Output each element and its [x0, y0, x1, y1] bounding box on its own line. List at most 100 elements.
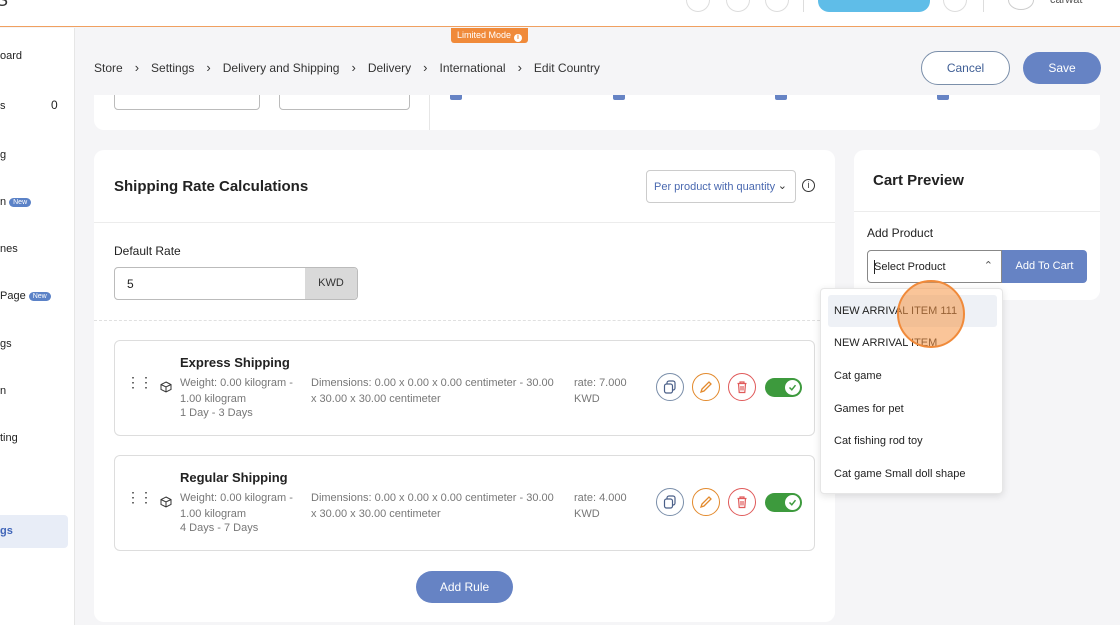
- breadcrumb-international[interactable]: International: [440, 61, 506, 75]
- divider: [983, 0, 984, 12]
- store-icon[interactable]: [686, 0, 710, 12]
- default-rate-input[interactable]: 5 KWD: [114, 267, 358, 300]
- create-invoice-button[interactable]: [818, 0, 930, 12]
- default-rate-value[interactable]: 5: [115, 268, 305, 299]
- rule-dimensions: Dimensions: 0.00 x 0.00 x 0.00 centimete…: [311, 377, 554, 405]
- product-option[interactable]: Cat game Small doll shape: [834, 468, 965, 480]
- drag-handle-icon[interactable]: ⋮⋮: [126, 375, 153, 389]
- breadcrumb-settings[interactable]: Settings: [151, 61, 194, 75]
- chevron-right-icon: ›: [423, 60, 428, 75]
- rule-rate: rate: 7.000 KWD: [574, 377, 627, 405]
- user-name[interactable]: carwat: [1050, 0, 1082, 6]
- edit-button[interactable]: [692, 373, 720, 401]
- edit-button[interactable]: [692, 488, 720, 516]
- avatar[interactable]: [1008, 0, 1034, 10]
- add-product-label: Add Product: [867, 226, 934, 240]
- check-icon: [785, 380, 800, 395]
- settings-icon[interactable]: [765, 0, 789, 12]
- city-checkbox[interactable]: [937, 95, 949, 100]
- breadcrumb-store[interactable]: Store: [94, 61, 123, 75]
- delete-button[interactable]: [728, 373, 756, 401]
- rule-days: 1 Day - 3 Days: [180, 407, 253, 419]
- chevron-up-icon: ⌃: [983, 260, 993, 272]
- divider: [94, 320, 835, 321]
- sidebar-item-new-1[interactable]: n New: [0, 196, 32, 208]
- help-icon[interactable]: [943, 0, 967, 12]
- chevron-down-icon: ⌄: [777, 180, 787, 192]
- chevron-right-icon: ›: [517, 60, 522, 75]
- cart-preview-title: Cart Preview: [873, 172, 964, 189]
- breadcrumb-delivery-shipping[interactable]: Delivery and Shipping: [223, 61, 340, 75]
- rule-weight: Weight: 0.00 kilogram - 1.00 kilogram: [180, 492, 293, 520]
- text-caret: [874, 260, 875, 274]
- chevron-right-icon: ›: [134, 60, 140, 75]
- rule-name: Express Shipping: [180, 355, 290, 370]
- cities-card: [94, 95, 1100, 130]
- rule-weight: Weight: 0.00 kilogram - 1.00 kilogram: [180, 377, 293, 405]
- sidebar-item-marketing[interactable]: ting: [0, 432, 18, 444]
- sidebar-item-page[interactable]: Page New: [0, 290, 51, 302]
- amount-input[interactable]: [114, 95, 260, 110]
- sidebar-item-label: g: [0, 149, 7, 161]
- shipping-rule-card: ⋮⋮ Regular Shipping Weight: 0.00 kilogra…: [114, 455, 815, 551]
- sidebar-item-dashboard[interactable]: oard: [0, 50, 22, 62]
- rule-days: 4 Days - 7 Days: [180, 522, 259, 534]
- breadcrumb-delivery[interactable]: Delivery: [368, 61, 411, 75]
- delete-button[interactable]: [728, 488, 756, 516]
- info-icon: i: [514, 34, 523, 42]
- sidebar-item-label: gs: [0, 338, 12, 350]
- sidebar-item-themes[interactable]: nes: [0, 243, 18, 255]
- city-checkbox[interactable]: [775, 95, 787, 100]
- sidebar-item-n[interactable]: n: [0, 385, 6, 397]
- sidebar-item-label: nes: [0, 243, 18, 255]
- product-select-placeholder: Select Product: [874, 261, 946, 273]
- chevron-right-icon: ›: [351, 60, 356, 75]
- product-option[interactable]: Cat game: [834, 370, 882, 382]
- limited-mode-label: Limited Mode: [457, 30, 512, 40]
- enable-toggle[interactable]: [765, 378, 802, 397]
- shipping-rule-card: ⋮⋮ Express Shipping Weight: 0.00 kilogra…: [114, 340, 815, 436]
- sidebar-item-orders[interactable]: s: [0, 100, 6, 112]
- cart-preview-card: Cart Preview Add Product Select Product …: [854, 150, 1100, 300]
- sidebar-count: 0: [51, 98, 58, 112]
- sidebar-item-settings-active[interactable]: gs: [0, 515, 68, 548]
- add-to-cart-button[interactable]: Add To Cart: [1002, 250, 1087, 283]
- enable-toggle[interactable]: [765, 493, 802, 512]
- product-option[interactable]: NEW ARRIVAL ITEM 111: [834, 305, 957, 317]
- product-option[interactable]: NEW ARRIVAL ITEM: [834, 337, 937, 349]
- logo: S: [0, 0, 9, 10]
- rule-name: Regular Shipping: [180, 470, 288, 485]
- calculation-mode-value: Per product with quantity: [654, 181, 776, 193]
- chevron-right-icon: ›: [206, 60, 211, 75]
- save-button[interactable]: Save: [1023, 52, 1101, 84]
- shipping-rate-card: Shipping Rate Calculations Per product w…: [94, 150, 835, 622]
- calculation-mode-select[interactable]: Per product with quantity ⌄: [646, 170, 796, 203]
- drag-handle-icon[interactable]: ⋮⋮: [126, 490, 153, 504]
- city-checkbox[interactable]: [450, 95, 462, 100]
- add-rule-button[interactable]: Add Rule: [416, 571, 513, 603]
- sidebar-item-label: gs: [0, 525, 13, 537]
- limited-mode-badge: Limited Mode i: [451, 28, 529, 43]
- notification-icon[interactable]: [726, 0, 750, 12]
- product-select[interactable]: Select Product ⌃: [867, 250, 1002, 283]
- sidebar: oard s 0 g n New nes Page New gs n ting gs: [0, 28, 75, 625]
- info-icon[interactable]: i: [802, 179, 815, 192]
- cancel-button[interactable]: Cancel: [921, 51, 1010, 85]
- product-option[interactable]: Games for pet: [834, 403, 904, 415]
- pencil-icon: [699, 496, 712, 509]
- divider: [854, 211, 1100, 212]
- sidebar-item-settings-2[interactable]: gs: [0, 338, 12, 350]
- copy-icon: [663, 380, 676, 394]
- sidebar-item-label: n: [0, 196, 7, 208]
- duplicate-button[interactable]: [656, 488, 684, 516]
- trash-icon: [737, 496, 747, 509]
- amount-select[interactable]: [279, 95, 410, 110]
- divider: [94, 222, 835, 223]
- breadcrumb-current: Edit Country: [533, 60, 600, 75]
- sidebar-item-catalog[interactable]: g: [0, 149, 6, 161]
- duplicate-button[interactable]: [656, 373, 684, 401]
- sidebar-item-label: Page: [0, 290, 26, 302]
- city-checkbox[interactable]: [613, 95, 625, 100]
- product-option[interactable]: Cat fishing rod toy: [834, 435, 923, 447]
- default-rate-label: Default Rate: [114, 244, 181, 258]
